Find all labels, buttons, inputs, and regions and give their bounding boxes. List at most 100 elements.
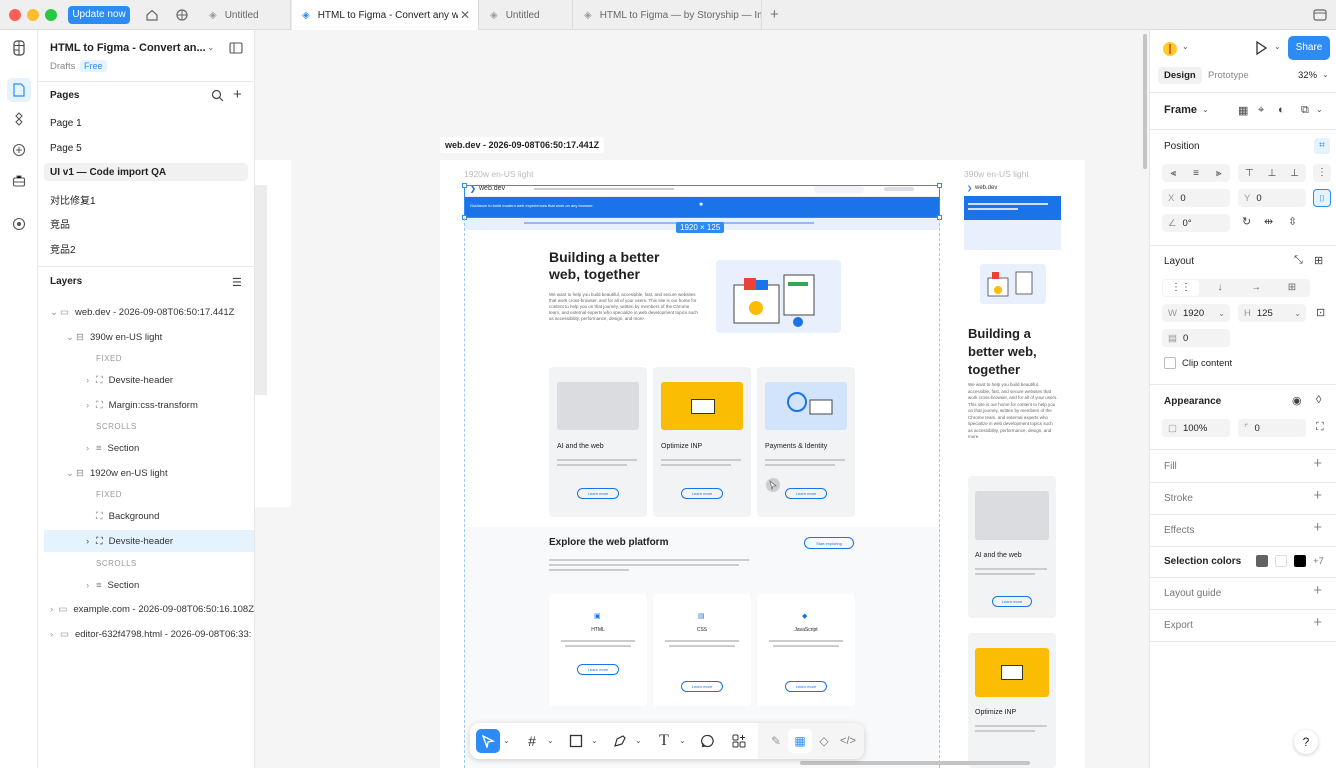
tab-untitled-1[interactable]: ◈ Untitled xyxy=(199,0,291,30)
learn-more-button[interactable]: Learn more xyxy=(577,488,619,499)
layout-grid-mode-icon[interactable]: ⊞ xyxy=(1274,280,1310,296)
figma-logo-icon[interactable] xyxy=(9,38,29,58)
resize-to-fit-icon[interactable]: ⊡ xyxy=(1316,306,1325,319)
vertical-scrollbar[interactable] xyxy=(1143,34,1147,169)
y-field[interactable]: Y0 xyxy=(1238,189,1306,207)
layer-item[interactable]: › ≡ Section xyxy=(44,574,254,596)
help-button[interactable]: ? xyxy=(1294,730,1318,754)
page-item[interactable]: 竞品2 xyxy=(50,241,76,256)
layer-item[interactable]: › ▭ example.com - 2026-09-08T06:50:16.10… xyxy=(44,598,254,620)
resize-handle[interactable] xyxy=(937,183,942,188)
x-field[interactable]: X0 xyxy=(1162,189,1230,207)
chevron-right-icon[interactable]: › xyxy=(50,604,58,615)
layer-item[interactable]: ⌄ ⊟ 1920w en-US light xyxy=(44,462,254,484)
color-swatch[interactable] xyxy=(1294,555,1306,567)
user-avatar-icon[interactable] xyxy=(1162,41,1178,57)
design-mode-icon[interactable]: ▦ xyxy=(788,729,812,753)
update-now-button[interactable]: Update now xyxy=(68,6,130,24)
opacity-field[interactable]: ▢ 100% xyxy=(1162,419,1230,437)
corner-radius-field[interactable]: ⌜ 0 xyxy=(1238,419,1306,437)
page-item[interactable]: UI v1 — Code import QA xyxy=(50,167,166,178)
assets-icon[interactable] xyxy=(9,109,29,129)
flip-horizontal-icon[interactable]: ⇹ xyxy=(1264,215,1273,228)
page-item[interactable]: Page 1 xyxy=(50,118,82,129)
chevron-down-icon[interactable]: ⌄ xyxy=(591,736,598,745)
frame-1920-label[interactable]: 1920w en-US light xyxy=(464,169,533,179)
frame-type[interactable]: Frame xyxy=(1164,104,1197,116)
minimize-window-button[interactable] xyxy=(27,9,39,21)
tab-design[interactable]: Design xyxy=(1158,67,1202,84)
learn-more-button[interactable]: Learn more xyxy=(785,681,827,692)
layer-item[interactable]: › ⛶ Margin:css-transform xyxy=(44,394,254,416)
dev-mode-code-icon[interactable]: </> xyxy=(836,729,860,753)
file-pages-icon[interactable] xyxy=(7,78,31,102)
chevron-down-icon[interactable]: ⌄ xyxy=(679,736,686,745)
chevron-down-icon[interactable]: ⌄ xyxy=(547,736,554,745)
learn-more-button[interactable]: Learn more xyxy=(785,488,827,499)
chevron-down-icon[interactable]: ⌄ xyxy=(50,307,60,318)
chevron-right-icon[interactable]: › xyxy=(86,443,96,454)
sidebar-toggle-icon[interactable] xyxy=(1312,7,1328,23)
move-tool-icon[interactable] xyxy=(476,729,500,753)
page-item[interactable]: 竞品 xyxy=(50,216,70,231)
frame-390-label[interactable]: 390w en-US light xyxy=(964,169,1029,179)
frame-label[interactable]: web.dev - 2026-09-08T06:50:17.441Z xyxy=(440,137,605,153)
absolute-position-icon[interactable]: ⌷ xyxy=(1313,189,1331,207)
start-exploring-button[interactable]: Start exploring xyxy=(804,537,854,549)
rotation-field[interactable]: ∠ 0° xyxy=(1162,214,1230,232)
distribute-icon[interactable]: ⋮ xyxy=(1313,164,1331,182)
chevron-right-icon[interactable]: › xyxy=(86,580,96,591)
layout-grid-icon[interactable]: ⊞ xyxy=(1314,254,1323,267)
clip-content-checkbox[interactable] xyxy=(1164,357,1176,369)
height-field[interactable]: H 125 ⌄ xyxy=(1238,304,1306,322)
close-tab-icon[interactable]: ✕ xyxy=(460,8,470,22)
layer-item[interactable]: ⌄ ▭ web.dev - 2026-09-08T06:50:17.441Z xyxy=(44,301,254,323)
search-icon[interactable] xyxy=(211,89,224,102)
mobile-card[interactable]: Optimize INP xyxy=(968,633,1056,768)
chevron-down-icon[interactable]: ⌄ xyxy=(1274,42,1281,51)
comment-tool-icon[interactable] xyxy=(696,729,720,753)
chevron-right-icon[interactable]: › xyxy=(86,375,96,386)
learn-more-button[interactable]: Learn more xyxy=(577,664,619,675)
add-stroke-icon[interactable]: + xyxy=(1313,487,1322,504)
chevron-down-icon[interactable]: ⌄ xyxy=(1294,309,1301,318)
present-play-icon[interactable] xyxy=(1253,40,1269,56)
maximize-window-button[interactable] xyxy=(45,9,57,21)
add-export-icon[interactable]: + xyxy=(1313,614,1322,631)
tab-prototype[interactable]: Prototype xyxy=(1208,70,1249,81)
rectangle-tool-icon[interactable] xyxy=(564,729,588,753)
grid-component-icon[interactable]: ▦ xyxy=(1238,104,1248,117)
layer-item[interactable]: › ▭ editor-632f4798.html - 2026-09-08T06… xyxy=(44,623,254,645)
feature-card[interactable]: AI and the web Learn more xyxy=(549,367,647,517)
flip-vertical-icon[interactable]: ⇳ xyxy=(1288,215,1297,228)
toolbox-icon[interactable] xyxy=(9,171,29,191)
feature-card[interactable]: Optimize INP Learn more xyxy=(653,367,751,517)
canvas[interactable]: web.dev - 2026-09-08T06:50:17.441Z 1920w… xyxy=(255,30,1149,768)
page-item[interactable]: Page 5 xyxy=(50,143,82,154)
add-plugin-icon[interactable] xyxy=(9,140,29,160)
zoom-level[interactable]: 32% xyxy=(1298,70,1317,81)
align-right-icon[interactable]: ⫸ xyxy=(1216,168,1222,179)
layer-item[interactable]: › ⛶ Devsite-header xyxy=(44,369,254,391)
mobile-page[interactable]: ❯ web.dev Building a better web, togethe… xyxy=(964,182,1061,768)
feature-card[interactable]: Payments & Identity Learn more xyxy=(757,367,855,517)
tech-card[interactable]: ▣ HTML Learn more xyxy=(549,594,647,706)
visibility-eye-icon[interactable]: ◉ xyxy=(1292,394,1302,407)
mobile-card[interactable]: AI and the web Learn more xyxy=(968,476,1056,618)
learn-more-button[interactable]: Learn more xyxy=(681,488,723,499)
mask-icon[interactable]: ◐ xyxy=(1278,104,1285,116)
tech-card[interactable]: ◆ JavaScript Learn more xyxy=(757,594,855,706)
chevron-down-icon[interactable]: ⌄ xyxy=(635,736,642,745)
tab-untitled-2[interactable]: ◈ Untitled xyxy=(480,0,573,30)
text-tool-icon[interactable]: T xyxy=(652,729,676,753)
align-top-icon[interactable]: ⊤ xyxy=(1245,168,1254,179)
layout-horizontal-icon[interactable]: → xyxy=(1238,280,1274,296)
file-title[interactable]: HTML to Figma - Convert an... xyxy=(50,42,206,54)
align-left-icon[interactable]: ⫷ xyxy=(1170,168,1176,179)
drafts-label[interactable]: Drafts xyxy=(50,61,75,72)
chevron-down-icon[interactable]: ⌄ xyxy=(503,736,510,745)
align-center-h-icon[interactable]: ≡ xyxy=(1193,168,1199,179)
new-tab-button[interactable]: + xyxy=(770,6,779,23)
layer-item-selected[interactable]: › ⛶ Devsite-header xyxy=(44,530,254,552)
chevron-down-icon[interactable]: ⌄ xyxy=(1218,309,1225,318)
